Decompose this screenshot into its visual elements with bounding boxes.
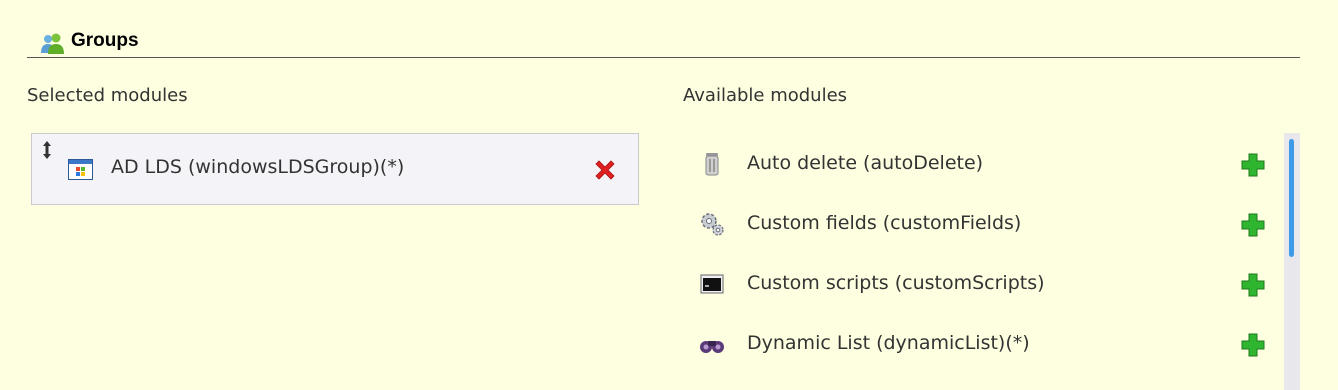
add-module-button[interactable]	[1239, 151, 1267, 179]
available-module-label: Custom fields (customFields)	[747, 212, 1022, 234]
available-modules-list: Auto delete (autoDelete) Custom fields (…	[683, 133, 1300, 390]
available-module-item[interactable]: Dynamic List (dynamicList)(*)	[683, 313, 1283, 373]
gears-icon	[701, 213, 724, 236]
section-header: Groups	[27, 26, 1300, 58]
available-module-label: Auto delete (autoDelete)	[747, 152, 984, 174]
section-title: Groups	[71, 30, 139, 51]
scrollbar-thumb[interactable]	[1289, 139, 1294, 257]
add-module-button[interactable]	[1239, 331, 1267, 359]
trash-can-icon	[705, 153, 719, 176]
add-module-button[interactable]	[1239, 211, 1267, 239]
add-module-button[interactable]	[1239, 271, 1267, 299]
group-icon	[41, 33, 64, 54]
scrollbar-track[interactable]	[1284, 133, 1300, 390]
available-module-label: Dynamic List (dynamicList)(*)	[747, 332, 1030, 354]
terminal-icon	[700, 274, 724, 294]
available-module-item[interactable]: Custom scripts (customScripts)	[683, 253, 1283, 313]
binoculars-icon	[700, 341, 724, 353]
selected-modules-list: AD LDS (windowsLDSGroup)(*)	[31, 133, 639, 205]
available-module-label: Custom scripts (customScripts)	[747, 272, 1045, 294]
selected-module-label: AD LDS (windowsLDSGroup)(*)	[111, 156, 405, 178]
selected-module-item[interactable]: AD LDS (windowsLDSGroup)(*)	[32, 134, 638, 204]
available-modules-label: Available modules	[683, 85, 848, 106]
remove-module-button[interactable]	[592, 157, 618, 183]
windows-icon	[68, 159, 93, 180]
available-module-item[interactable]: Custom fields (customFields)	[683, 193, 1283, 253]
available-module-item[interactable]: Auto delete (autoDelete)	[683, 133, 1283, 193]
selected-modules-label: Selected modules	[27, 85, 188, 106]
drag-handle-icon[interactable]	[40, 140, 54, 160]
